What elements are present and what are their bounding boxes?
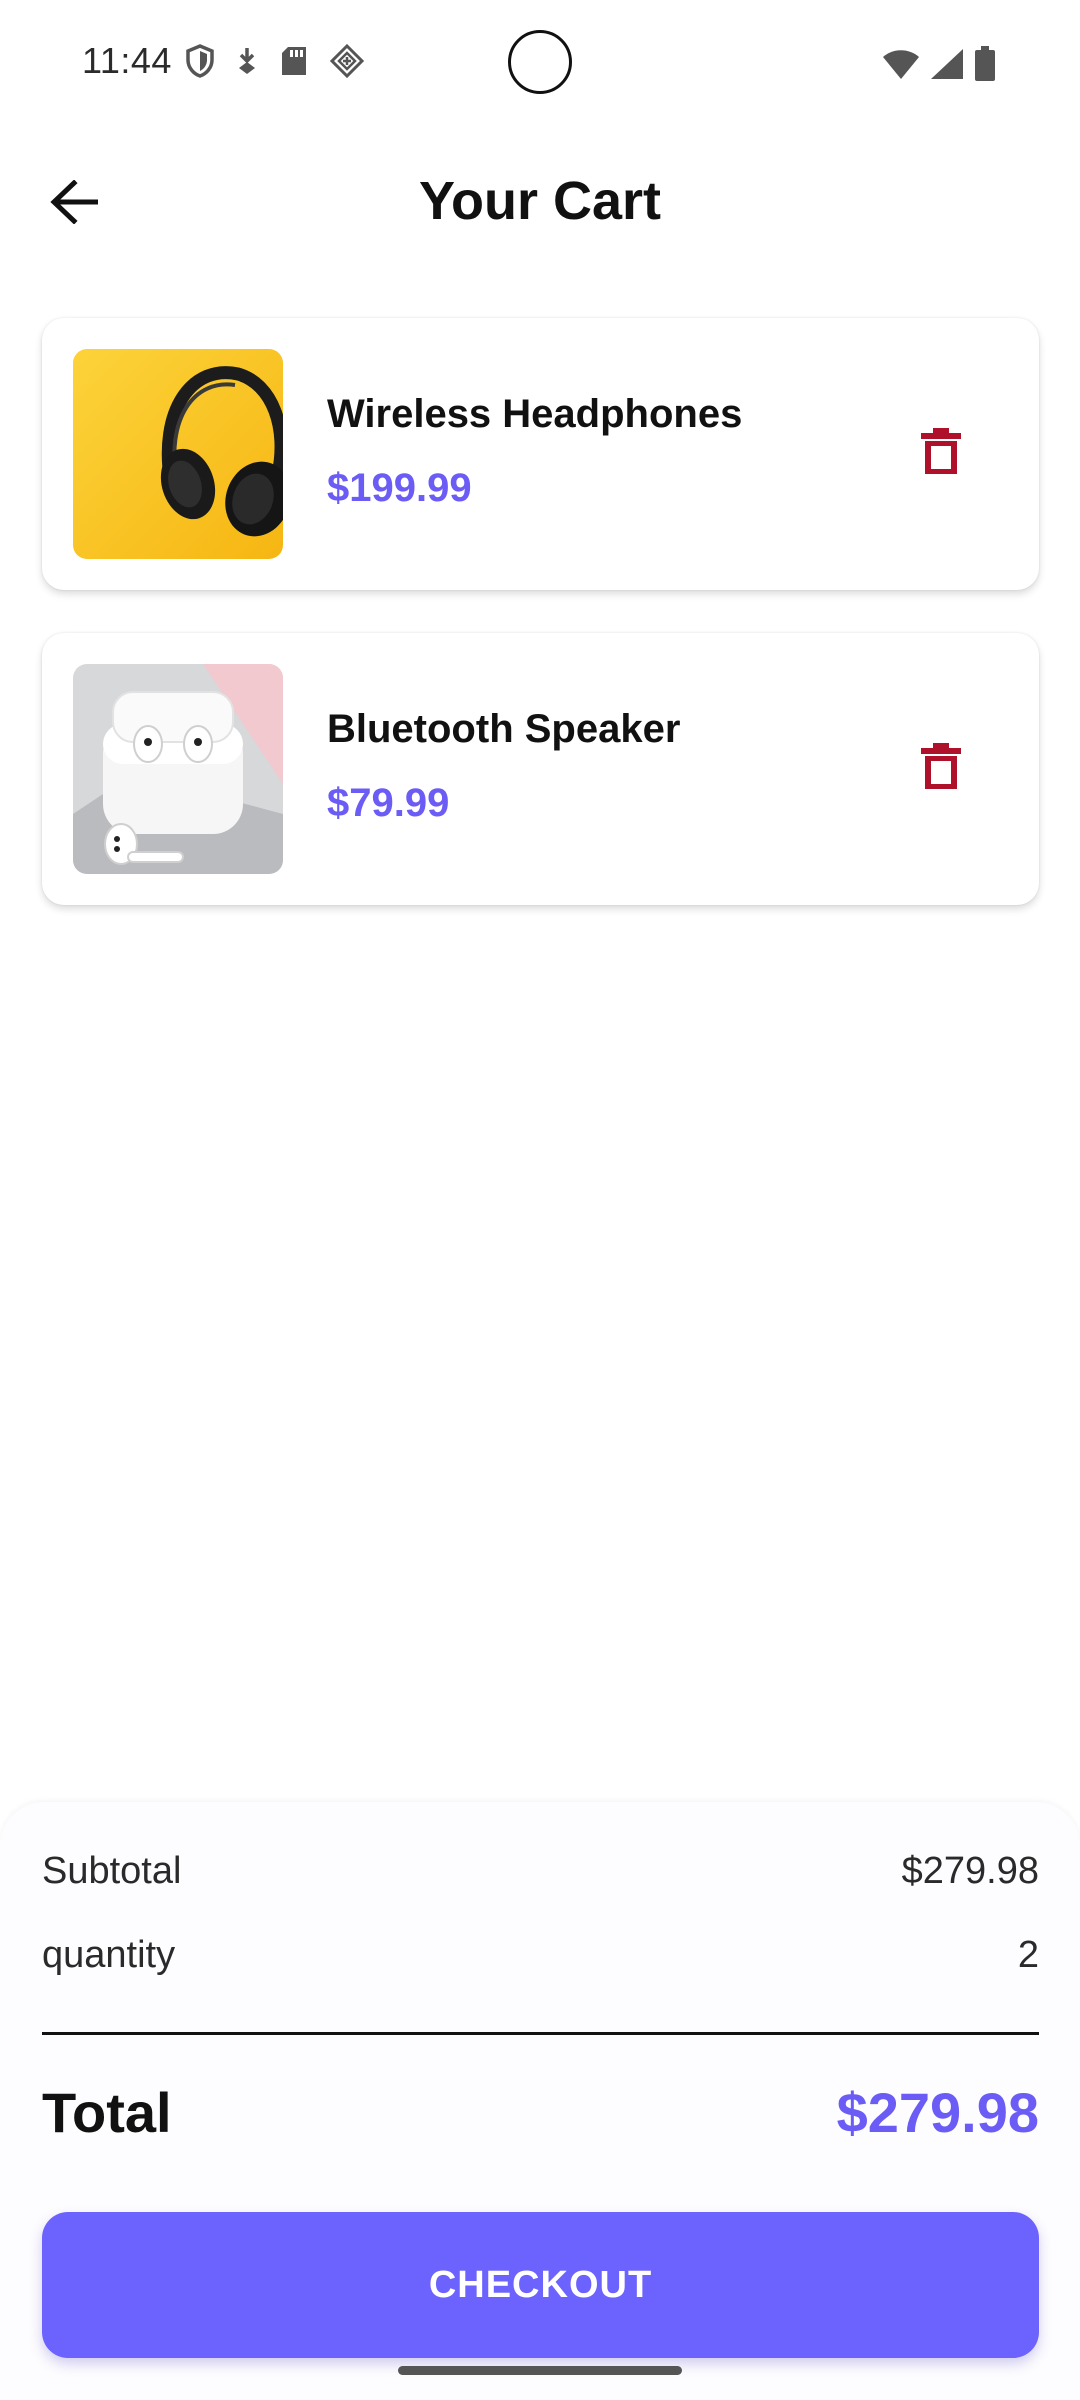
quantity-value: 2	[1017, 1934, 1039, 1976]
signal-icon	[930, 48, 964, 85]
trash-icon	[921, 742, 961, 796]
battery-icon	[974, 46, 996, 87]
checkout-button[interactable]: CHECKOUT	[42, 2212, 1039, 2358]
summary-divider	[42, 2032, 1039, 2035]
headphones-image	[73, 349, 283, 559]
camera-cutout	[508, 30, 572, 94]
download-icon	[236, 46, 258, 76]
item-price: $199.99	[327, 466, 472, 510]
home-indicator[interactable]	[398, 2366, 682, 2375]
cart-item: Bluetooth Speaker $79.99	[42, 633, 1039, 905]
trash-icon	[921, 427, 961, 481]
order-summary: Subtotal $279.98 quantity 2 Total $279.9…	[0, 1802, 1080, 2400]
wifi-icon	[882, 48, 920, 85]
status-bar: 11:44	[0, 0, 1080, 128]
cart-item: Wireless Headphones $199.99	[42, 318, 1039, 590]
diamond-app-icon	[330, 44, 364, 78]
page-title: Your Cart	[418, 171, 662, 231]
quantity-label: quantity	[42, 1934, 176, 1976]
total-row: Total $279.98	[42, 2080, 1039, 2145]
subtotal-row: Subtotal $279.98	[42, 1850, 1039, 1893]
app-bar: Your Cart	[0, 150, 1080, 250]
quantity-row: quantity 2	[42, 1934, 1039, 1977]
total-value: $279.98	[836, 2081, 1039, 2144]
subtotal-value: $279.98	[901, 1850, 1039, 1892]
status-icons-right	[882, 46, 996, 87]
delete-item-button[interactable]	[905, 418, 977, 490]
status-time: 11:44	[82, 40, 172, 81]
shield-icon	[186, 44, 214, 78]
item-name: Bluetooth Speaker	[327, 707, 681, 751]
sd-card-icon	[280, 45, 308, 77]
earbuds-image	[73, 664, 283, 874]
delete-item-button[interactable]	[905, 733, 977, 805]
status-icons-left	[186, 44, 364, 78]
total-label: Total	[42, 2081, 172, 2144]
item-price: $79.99	[327, 781, 450, 825]
subtotal-label: Subtotal	[42, 1850, 182, 1892]
cart-list: Wireless Headphones $199.99 Bluetooth Sp…	[42, 318, 1039, 948]
item-name: Wireless Headphones	[327, 392, 743, 436]
